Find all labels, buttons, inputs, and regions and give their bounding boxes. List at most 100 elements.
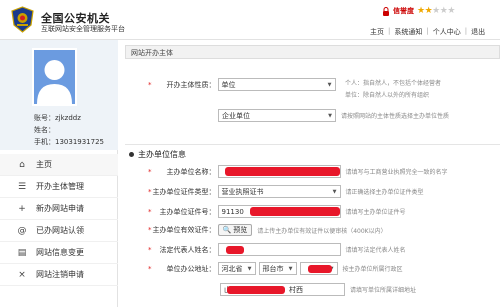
preview-button[interactable]: 🔍 预览 <box>217 224 253 236</box>
legal-rep-hint: 请填写法定代表人姓名 <box>345 247 406 254</box>
bullet-icon <box>129 152 134 157</box>
subject-nature-select[interactable]: 单位 ▼ <box>217 78 336 91</box>
required-mark: * <box>148 187 152 196</box>
star-empty-icon: ★ <box>447 6 455 16</box>
sidebar-item-label: 已办网站认领 <box>36 226 84 235</box>
cert-file-label: 主办单位有效证件： <box>152 226 216 234</box>
subject-type-row: 企业单位 ▼ 请按照网站的主体性质选择主办单位性质 <box>218 109 449 122</box>
subject-type-value: 企业单位 <box>222 111 250 120</box>
cert-type-value: 营业执照证书 <box>221 187 264 196</box>
avatar <box>32 48 77 106</box>
close-icon: × <box>18 269 26 280</box>
police-emblem-icon <box>11 6 34 33</box>
required-mark: * <box>148 80 152 89</box>
cert-number-label: 主办单位证件号： <box>159 207 216 216</box>
city-value: 邢台市 <box>262 264 284 273</box>
chevron-down-icon: ▼ <box>332 188 337 195</box>
chevron-down-icon: ▼ <box>288 265 293 272</box>
legal-rep-row: * 法定代表人姓名： 请填写法定代表人姓名 <box>148 243 406 256</box>
cert-type-hint: 请正确选择主办单位证件类型 <box>345 189 424 196</box>
chevron-down-icon: ▼ <box>328 112 332 119</box>
legal-rep-label: 法定代表人姓名： <box>159 245 216 254</box>
nav-notifications[interactable]: 系统通知 <box>390 27 426 37</box>
subject-nature-label: 开办主体性质： <box>166 80 216 89</box>
document-icon: ▤ <box>17 247 27 258</box>
sidebar-item-label: 开办主体管理 <box>36 182 84 191</box>
profile-phone: 手机：13031931725 <box>34 138 104 146</box>
sidebar-item-new-site[interactable]: + 新办网站申请 <box>0 198 118 220</box>
divider <box>125 144 500 145</box>
subject-nature-hint-1: 个人：指自然人，不包括个体经营者 <box>345 80 442 87</box>
redaction-mark <box>308 265 332 273</box>
star-filled-icon: ★ <box>417 6 425 16</box>
profile-account: 账号：zjkzddz <box>34 114 81 122</box>
address-hint: 按主办单位所属行政区 <box>342 266 403 273</box>
city-select[interactable]: 邢台市 ▼ <box>258 262 297 275</box>
subject-nature-hint-2: 单位：除自然人以外的所有组织 <box>345 92 430 99</box>
province-value: 河北省 <box>221 264 243 273</box>
redaction-mark <box>227 286 285 294</box>
nav-logout[interactable]: 退出 <box>467 27 489 37</box>
required-mark: * <box>148 226 152 234</box>
redaction-mark <box>225 167 340 176</box>
cert-number-hint: 请填写主办单位证件号 <box>345 209 406 216</box>
chevron-down-icon: ▼ <box>247 265 252 272</box>
sidebar-item-label: 新办网站申请 <box>36 204 84 213</box>
sidebar-item-label: 网站信息变更 <box>36 248 84 257</box>
search-icon: 🔍 <box>222 226 232 234</box>
at-icon: @ <box>17 225 27 236</box>
list-icon: ☰ <box>17 181 27 192</box>
chevron-down-icon: ▼ <box>327 81 332 88</box>
credit-rating: 信誉度 ★★★★★ <box>382 6 455 16</box>
top-nav: 主页 | 系统通知 | 个人中心 | 退出 <box>366 27 489 37</box>
sidebar-item-home[interactable]: ⌂ 主页 <box>0 154 118 176</box>
redaction-mark <box>250 207 340 216</box>
cert-file-row: * 主办单位有效证件： 🔍 预览 请上传主办单位有效证件以便审核（400K以内） <box>148 224 387 236</box>
lock-icon <box>383 6 389 16</box>
sidebar: 账号：zjkzddz 姓名： 手机：13031931725 ⌂ 主页 ☰ 开办主… <box>0 40 118 307</box>
brand-subtitle: 互联网站安全管理服务平台 <box>41 25 125 33</box>
cert-type-select[interactable]: 营业执照证书 ▼ <box>217 185 341 198</box>
sidebar-item-site-change[interactable]: ▤ 网站信息变更 <box>0 242 118 264</box>
subject-type-select[interactable]: 企业单位 ▼ <box>218 109 336 122</box>
address-row: * 单位办公地址： 河北省 ▼ 邢台市 ▼ ▼ 按主办单位所属行政区 <box>148 262 403 275</box>
main-content: 网站开办主体 * 开办主体性质： 单位 ▼ 个人：指自然人，不包括个体经营者 单… <box>118 40 500 307</box>
nav-home[interactable]: 主页 <box>366 27 388 37</box>
subject-type-hint: 请按照网站的主体性质选择主办单位性质 <box>341 113 450 120</box>
subject-nature-row: * 开办主体性质： 单位 ▼ <box>148 78 336 91</box>
home-icon: ⌂ <box>19 159 25 170</box>
sidebar-menu: ⌂ 主页 ☰ 开办主体管理 + 新办网站申请 @ 已办网站认领 ▤ 网站信息变更… <box>0 154 118 286</box>
sidebar-item-label: 主页 <box>36 160 52 169</box>
top-header: 全国公安机关 互联网站安全管理服务平台 信誉度 ★★★★★ 主页 | 系统通知 … <box>0 0 500 40</box>
required-mark: * <box>148 167 152 176</box>
street-hint: 请填写单位所属详细地址 <box>350 287 417 294</box>
cert-file-hint: 请上传主办单位有效证件以便审核（400K以内） <box>257 227 387 235</box>
org-name-label: 主办单位名称： <box>166 167 216 176</box>
cert-type-row: * 主办单位证件类型： 营业执照证书 ▼ 请正确选择主办单位证件类型 <box>148 185 424 198</box>
sidebar-item-label: 网站注销申请 <box>36 270 84 279</box>
required-mark: * <box>148 245 152 254</box>
sidebar-item-claim-site[interactable]: @ 已办网站认领 <box>0 220 118 242</box>
required-mark: * <box>148 207 152 216</box>
redaction-mark <box>226 246 244 254</box>
credit-label: 信誉度 <box>393 7 414 15</box>
subject-nature-value: 单位 <box>221 80 236 89</box>
section-heading: 主办单位信息 <box>129 149 186 160</box>
nav-personal-center[interactable]: 个人中心 <box>429 27 465 37</box>
section-title: 主办单位信息 <box>138 150 186 159</box>
star-empty-icon: ★ <box>432 6 440 16</box>
sidebar-item-subject-management[interactable]: ☰ 开办主体管理 <box>0 176 118 198</box>
credit-stars: ★★★★★ <box>417 6 455 16</box>
sidebar-item-site-cancel[interactable]: × 网站注销申请 <box>0 264 118 286</box>
panel-title: 网站开办主体 <box>125 45 500 59</box>
street-suffix: 村西 <box>289 285 303 294</box>
preview-button-label: 预览 <box>233 226 248 234</box>
address-label: 单位办公地址： <box>166 264 216 273</box>
province-select[interactable]: 河北省 ▼ <box>217 262 256 275</box>
user-silhouette-icon <box>34 50 75 104</box>
cert-type-label: 主办单位证件类型： <box>152 187 216 196</box>
org-name-hint: 请填写与工商营业执照完全一致的名字 <box>345 169 448 176</box>
plus-icon: + <box>18 203 26 214</box>
required-mark: * <box>148 264 152 273</box>
profile-card: 账号：zjkzddz 姓名： 手机：13031931725 <box>0 40 118 150</box>
